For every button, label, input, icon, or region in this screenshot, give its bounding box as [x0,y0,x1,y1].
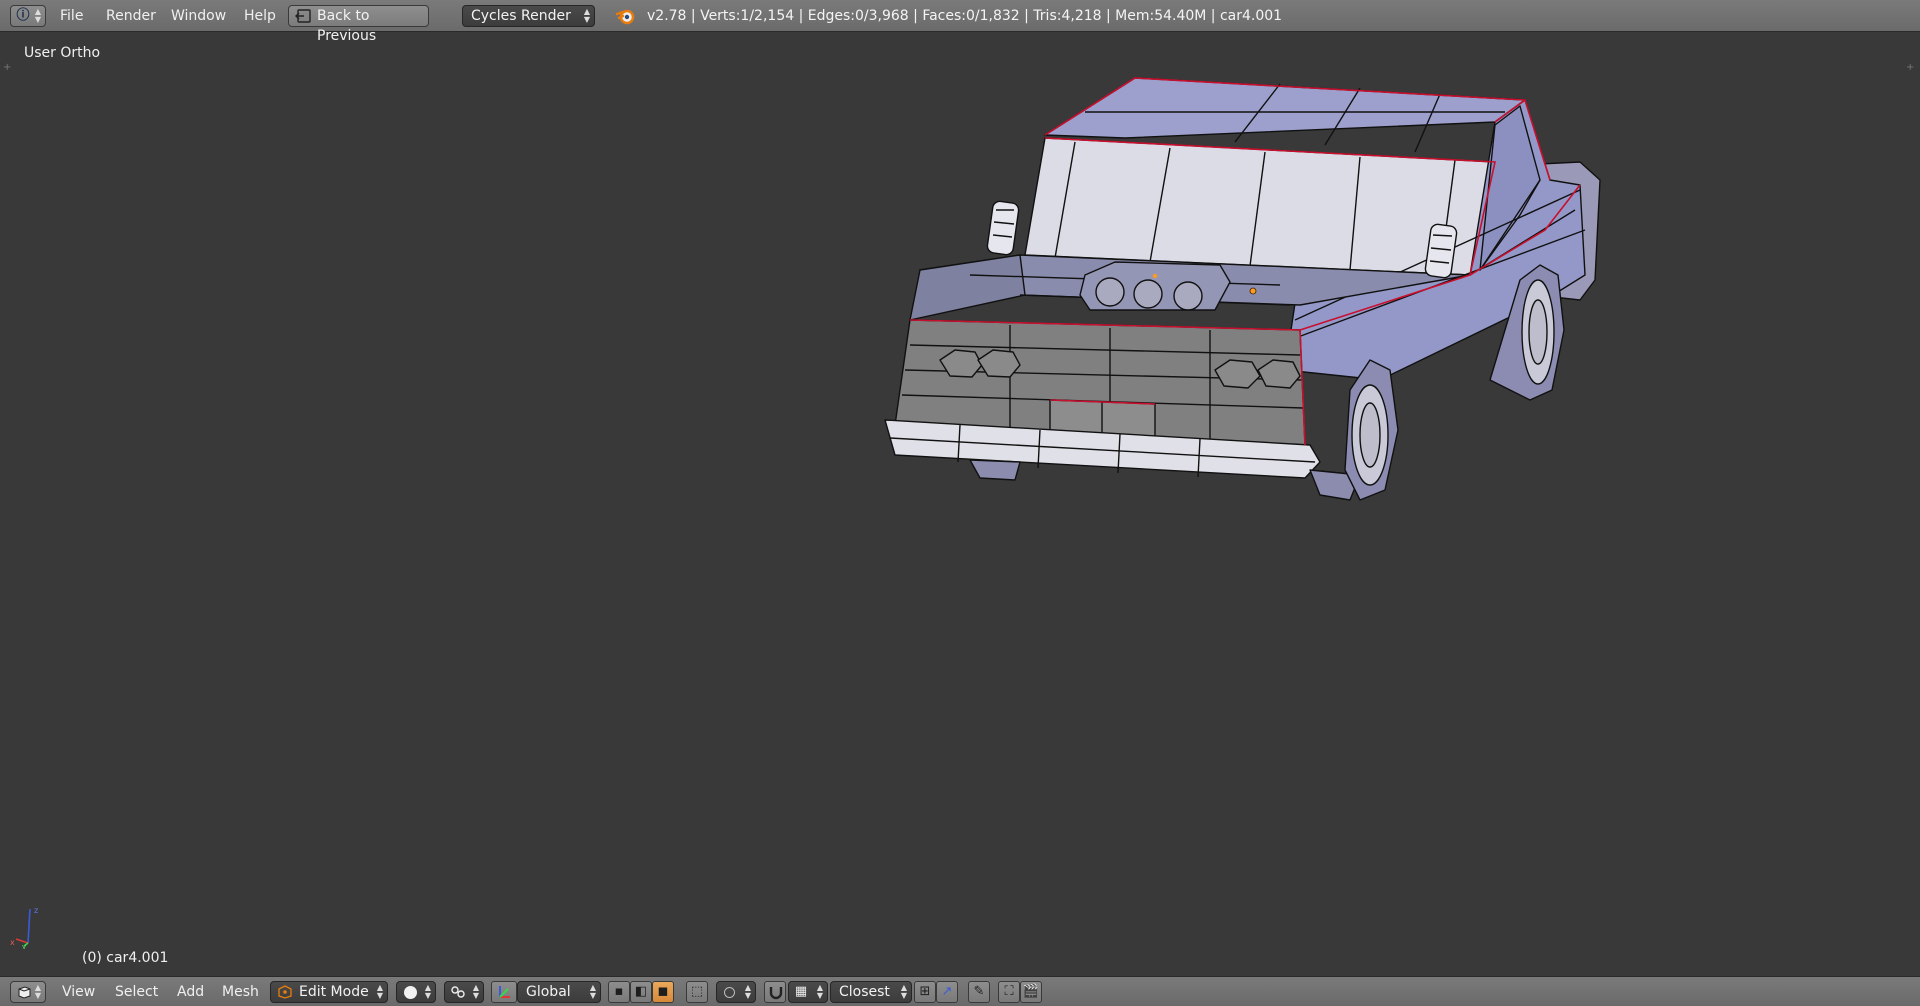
axis-y-label: y [22,943,26,949]
menu-mesh[interactable]: Mesh [222,984,259,1000]
updown-arrows-icon: ▲ ▼ [816,983,823,1000]
menu-window[interactable]: Window [171,8,226,24]
transform-orientation-dropdown[interactable]: Global ▲ ▼ [517,981,601,1003]
viewport-shading-dropdown[interactable]: ▲ ▼ [396,981,436,1003]
menu-render[interactable]: Render [106,8,156,24]
snap-increment-icon: ▦ [794,984,808,999]
vertex-select-icon: ▪ [614,984,624,999]
updown-arrows-icon: ▲ ▼ [744,983,751,1000]
updown-arrows-icon: ▲ ▼ [583,7,590,24]
ruler-protractor-button[interactable]: ✎ [968,981,990,1003]
updown-arrows-icon: ▲ ▼ [34,7,41,24]
select-face-button[interactable]: ◼ [652,981,674,1003]
selected-vertex [1249,287,1257,295]
mode-dropdown[interactable]: Edit Mode ▲ ▼ [270,981,388,1003]
camera-render-icon: ⛶ [1004,984,1014,999]
ruler-icon: ✎ [973,984,985,999]
region-expand-left-icon[interactable]: + [3,62,11,73]
select-vertex-button[interactable]: ▪ [608,981,630,1003]
transform-orientation-label: Global [526,984,571,1000]
snap-align-rotation-button[interactable]: ⊞ [914,981,936,1003]
back-to-previous-button[interactable]: Back to Previous [288,5,429,44]
region-expand-right-icon[interactable]: + [1906,62,1914,73]
view3d-icon [18,986,31,999]
snap-project-button[interactable]: ↗ [936,981,958,1003]
render-opengl-image-button[interactable]: ⛶ [998,981,1020,1003]
snap-toggle[interactable] [764,981,786,1003]
info-header: ⓘ ▲ ▼ File Render Window Help Back to Pre… [0,0,1920,44]
3d-view-header: ▲ ▼ View Select Add Mesh Edit Mode ▲ ▼ ▲ ▼ … [0,976,1920,1006]
updown-arrows-icon: ▲ ▼ [472,983,479,1000]
blender-logo-icon [615,9,635,25]
snap-rotation-icon: ⊞ [919,984,931,999]
scene-statistics: v2.78 | Verts:1/2,154 | Edges:0/3,968 | … [647,8,1283,24]
view-name-label: User Ortho [24,45,101,61]
pivot-point-dropdown[interactable]: ▲ ▼ [444,981,484,1003]
updown-arrows-icon: ▲ ▼ [424,983,431,1000]
mode-label: Edit Mode [299,984,369,1000]
updown-arrows-icon: ▲ ▼ [589,983,596,1000]
menu-select[interactable]: Select [115,984,158,1000]
select-edge-button[interactable]: ◧ [630,981,652,1003]
car-mesh[interactable] [880,70,1610,510]
clapper-icon: 🎬 [1022,984,1040,999]
updown-arrows-icon: ▲ ▼ [376,983,383,1000]
snap-target-label: Closest [839,984,890,1000]
active-object-label: (0) car4.001 [82,950,169,966]
hood-front [909,254,1026,321]
axis-z-label: z [34,906,38,915]
proportional-editing-dropdown[interactable]: ▲ ▼ [716,981,756,1003]
menu-add[interactable]: Add [177,984,204,1000]
render-engine-label: Cycles Render [471,8,571,24]
proportional-edit-icon [724,987,735,998]
manipulator-toggle[interactable] [491,981,517,1003]
back-icon [295,9,311,23]
updown-arrows-icon: ▲ ▼ [34,983,41,1000]
left-mirror [986,200,1020,256]
solid-sphere-icon [404,986,417,999]
updown-arrows-icon: ▲ ▼ [900,983,907,1000]
edit-mode-icon [278,985,292,999]
menu-help[interactable]: Help [244,8,276,24]
menu-file[interactable]: File [60,8,83,24]
info-icon: ⓘ [16,8,30,23]
pivot-icon [451,986,465,998]
object-origin [1152,273,1158,279]
occlude-geometry-icon: ⬚ [690,984,704,999]
limit-selection-visible-button[interactable]: ⬚ [686,981,708,1003]
undercarriage-left [969,459,1021,481]
render-engine-dropdown[interactable]: Cycles Render ▲ ▼ [462,5,595,27]
snap-project-icon: ↗ [941,984,953,999]
edge-select-icon: ◧ [634,984,648,999]
face-select-icon: ◼ [657,984,669,999]
render-opengl-animation-button[interactable]: 🎬 [1020,981,1042,1003]
manipulator-icon [499,986,510,998]
view-axis-gizmo: z x y [10,906,38,949]
snap-target-dropdown[interactable]: Closest ▲ ▼ [830,981,912,1003]
editor-type-selector[interactable]: ⓘ ▲ ▼ [10,5,46,27]
menu-view[interactable]: View [62,984,95,1000]
magnet-icon [769,987,783,1000]
editor-type-selector-3d[interactable]: ▲ ▼ [10,981,46,1003]
axis-x-label: x [10,938,15,947]
snap-element-dropdown[interactable]: ▦ ▲ ▼ [788,981,828,1003]
